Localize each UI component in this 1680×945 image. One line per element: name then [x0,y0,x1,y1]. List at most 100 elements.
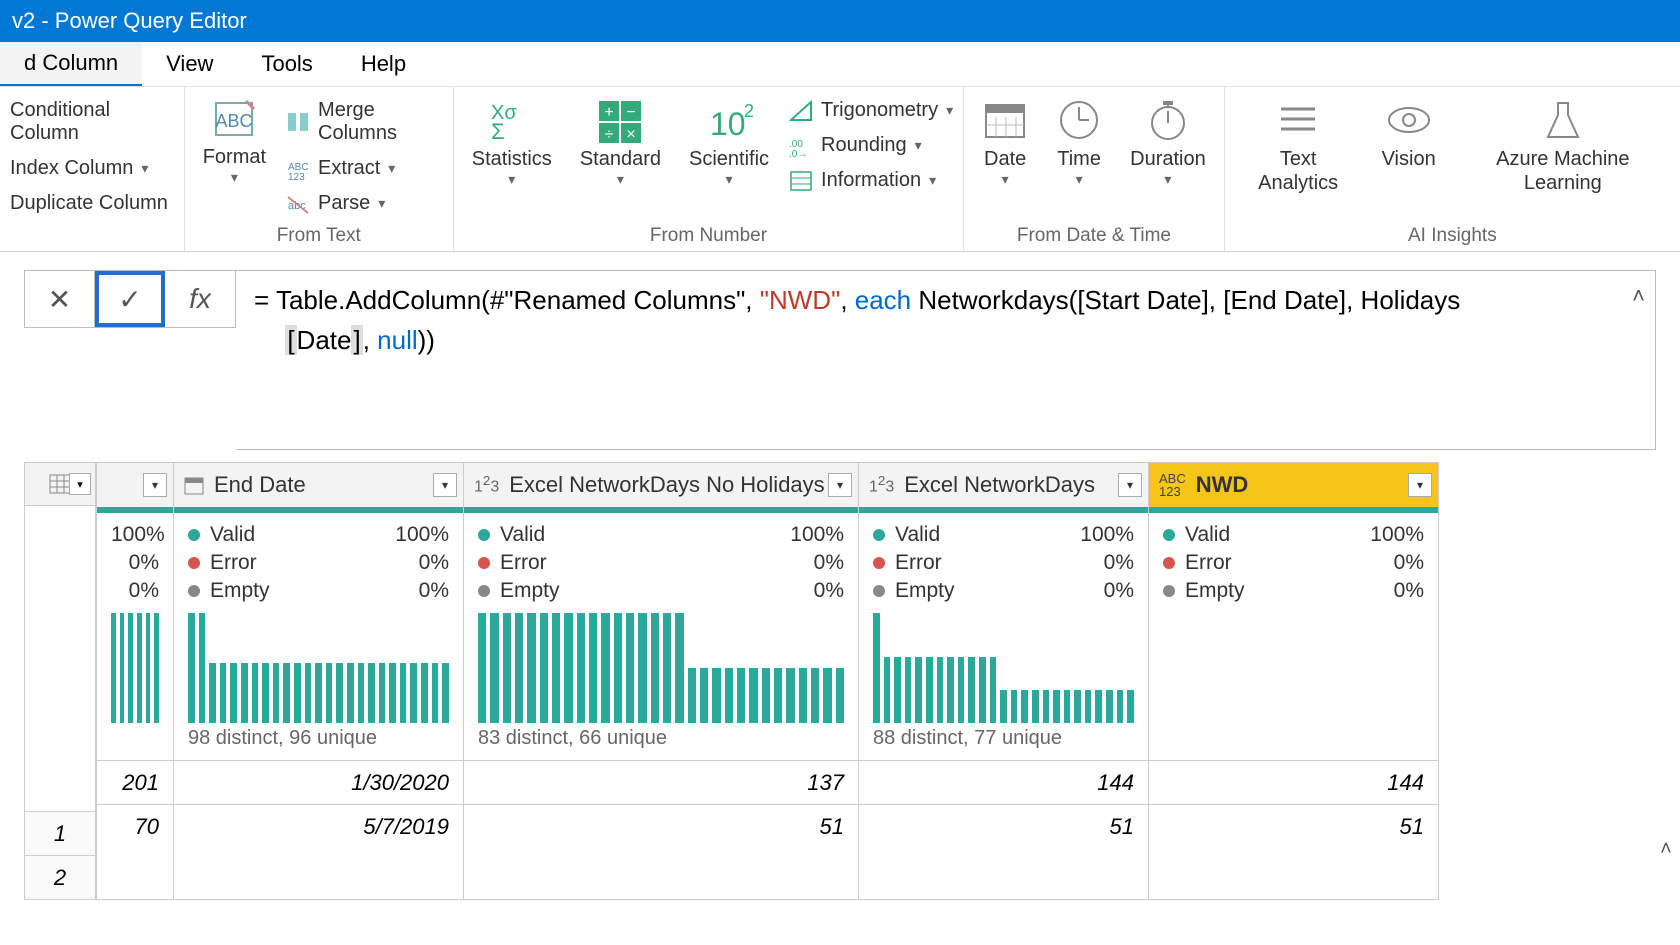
svg-text:+: + [605,104,614,121]
cell[interactable]: 144 [1149,760,1438,804]
duration-button[interactable]: Duration [1122,93,1214,192]
cell[interactable]: 51 [464,804,858,848]
distribution-chart [174,613,463,723]
parse-icon: abc [286,193,310,215]
clock-icon [1056,97,1102,143]
number-type-icon: 123 [869,473,894,496]
number-type-icon: 123 [474,473,499,496]
distribution-chart [464,613,858,723]
svg-text:Σ: Σ [491,119,505,143]
any-type-icon: ABC123 [1159,472,1186,498]
standard-icon: +−÷ × [595,97,645,143]
distribution-chart [97,613,173,723]
svg-text:×: × [627,126,636,143]
extract-button[interactable]: ABC123Extract [286,155,443,182]
table-icon [49,474,71,494]
column-header-networkdays-no-holidays[interactable]: 123 Excel NetworkDays No Holidays ▾ [464,463,858,507]
column-filter-icon[interactable]: ▾ [1118,473,1142,497]
trigonometry-button[interactable]: Trigonometry [789,97,953,124]
tab-add-column[interactable]: d Column [0,42,142,86]
ribbon: Conditional Column Index Column Duplicat… [0,87,1680,252]
dropdown-icon[interactable]: ▾ [69,473,91,495]
column-filter-icon[interactable]: ▾ [1408,473,1432,497]
column-header-nwd[interactable]: ABC123 NWD ▾ [1149,463,1438,507]
formula-cancel-button[interactable]: ✕ [25,271,95,327]
conditional-column-button[interactable]: Conditional Column [10,97,174,147]
formula-bar: ✕ ✓ fx = Table.AddColumn(#"Renamed Colum… [0,252,1680,462]
svg-text:−: − [627,104,636,121]
svg-text:10: 10 [710,106,746,142]
azure-ml-button[interactable]: Azure Machine Learning [1456,93,1670,199]
merge-columns-button[interactable]: Merge Columns [286,97,443,147]
column-header-end-date[interactable]: End Date ▾ [174,463,463,507]
cell[interactable]: 201 [97,760,173,804]
row-index[interactable]: 2 [24,856,96,900]
parse-button[interactable]: abcParse [286,190,443,217]
column-header-networkdays[interactable]: 123 Excel NetworkDays ▾ [859,463,1148,507]
group-label-from-number: From Number [464,221,953,251]
svg-text:÷: ÷ [605,126,614,143]
date-button[interactable]: Date [974,93,1036,192]
trig-icon [789,100,813,122]
distribution-chart [1149,613,1438,723]
group-label-from-datetime: From Date & Time [974,221,1214,251]
duplicate-column-button[interactable]: Duplicate Column [10,190,174,217]
ribbon-tabs: d Column View Tools Help [0,42,1680,87]
cell[interactable]: 5/7/2019 [174,804,463,848]
text-analytics-button[interactable]: Text Analytics [1235,93,1362,199]
distribution-chart [859,613,1148,723]
info-icon [789,170,813,192]
standard-button[interactable]: +−÷× Standard [572,93,669,192]
column-filter-icon[interactable]: ▾ [828,473,852,497]
formula-commit-button[interactable]: ✓ [95,271,165,327]
index-column-button[interactable]: Index Column [10,155,174,182]
formula-input[interactable]: = Table.AddColumn(#"Renamed Columns", "N… [236,270,1656,450]
information-button[interactable]: Information [789,167,953,194]
date-type-icon [184,475,204,495]
time-button[interactable]: Time [1048,93,1110,192]
statistics-icon: ΧσΣ [487,97,537,143]
scientific-icon: 102 [704,97,754,143]
tab-tools[interactable]: Tools [237,42,336,86]
svg-text:2: 2 [744,101,754,121]
cell[interactable]: 137 [464,760,858,804]
row-index-header[interactable]: ▾ [24,462,96,506]
cell[interactable]: 144 [859,760,1148,804]
scientific-button[interactable]: 102 Scientific [681,93,777,192]
formula-collapse-button[interactable]: ˄ [1632,279,1645,312]
vision-button[interactable]: Vision [1374,93,1444,175]
formula-fx-button[interactable]: fx [165,271,235,327]
cell[interactable]: 1/30/2020 [174,760,463,804]
row-index[interactable]: 1 [24,812,96,856]
distinct-label: 83 distinct, 66 unique [464,723,858,760]
statistics-button[interactable]: ΧσΣ Statistics [464,93,560,192]
stopwatch-icon [1145,97,1191,143]
title-bar: v2 - Power Query Editor [0,0,1680,42]
cell[interactable]: 70 [97,804,173,848]
cell[interactable]: 51 [859,804,1148,848]
tab-help[interactable]: Help [337,42,430,86]
tab-view[interactable]: View [142,42,237,86]
svg-text:ABC: ABC [216,111,253,131]
distinct-label: 98 distinct, 96 unique [174,723,463,760]
format-button[interactable]: ABC Format [195,93,274,190]
calendar-icon [982,97,1028,143]
rounding-icon: .00.0→ [789,135,813,157]
flask-icon [1540,97,1586,143]
extract-icon: ABC123 [286,158,310,180]
window-title: v2 - Power Query Editor [12,8,247,34]
rounding-button[interactable]: .00.0→Rounding [789,132,953,159]
svg-text:.0→: .0→ [789,149,807,157]
distinct-label: 88 distinct, 77 unique [859,723,1148,760]
column-filter-icon[interactable]: ▾ [143,473,167,497]
group-label-from-text: From Text [195,221,443,251]
merge-icon [286,111,310,133]
cell[interactable]: 51 [1149,804,1438,848]
group-label-ai-insights: AI Insights [1235,221,1670,251]
text-analytics-icon [1275,97,1321,143]
scroll-up-icon[interactable]: ˄ [1654,833,1678,865]
column-header[interactable]: ▾ [97,463,173,507]
column-filter-icon[interactable]: ▾ [433,473,457,497]
data-grid: ▾ 1 2 ▾ 100% 0% 0% 201 70 [24,462,1656,900]
format-icon: ABC [210,97,258,141]
